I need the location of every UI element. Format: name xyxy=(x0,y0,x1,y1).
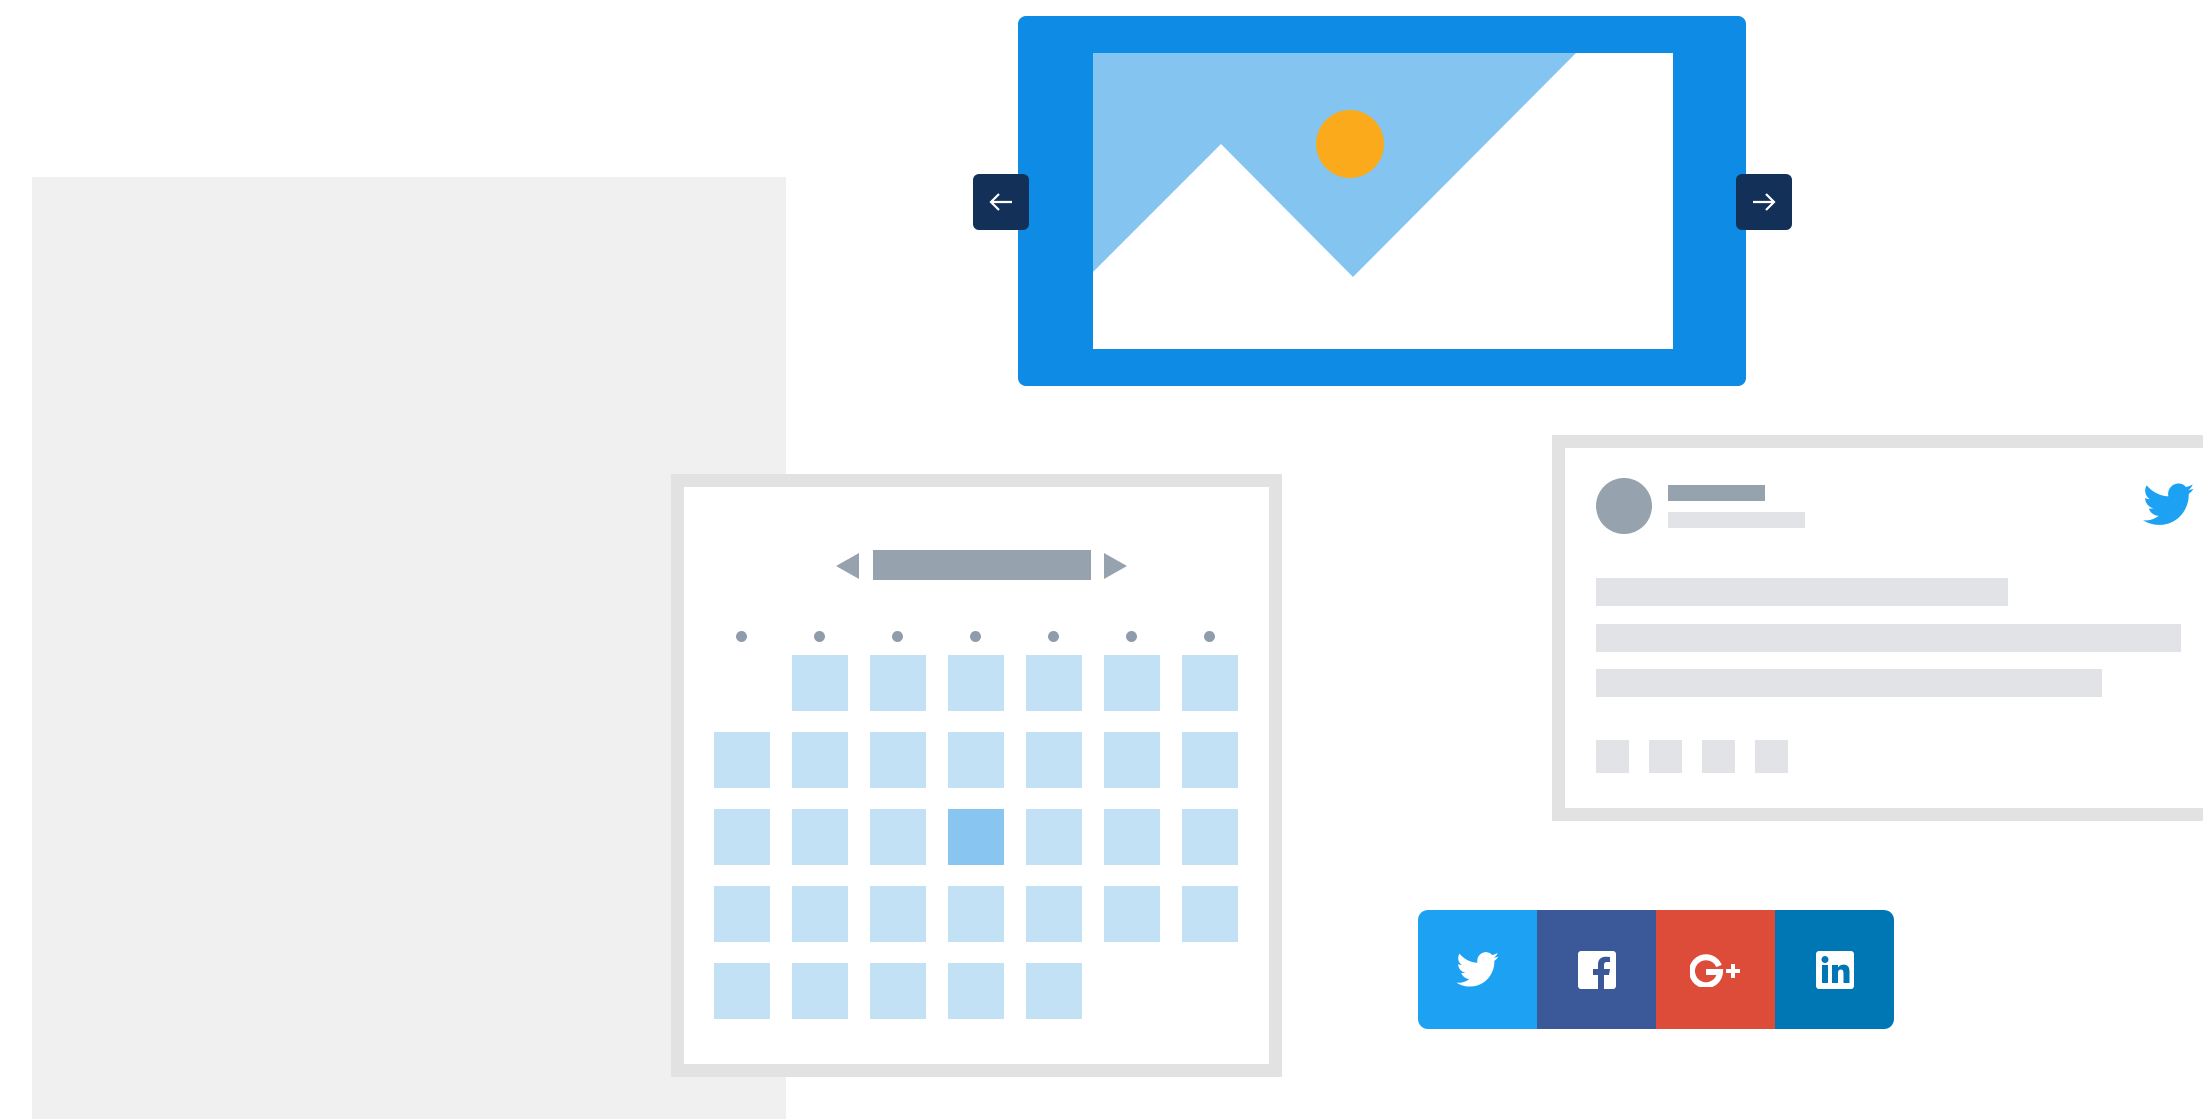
calendar-weekday-marker xyxy=(1126,631,1137,642)
calendar-month-title xyxy=(873,550,1091,580)
tweet-text-line xyxy=(1596,669,2102,697)
calendar-day[interactable] xyxy=(870,963,926,1019)
calendar-day[interactable] xyxy=(792,809,848,865)
twitter-bird-icon xyxy=(2143,483,2195,525)
triangle-right-icon xyxy=(1104,553,1127,579)
calendar-weekday-marker xyxy=(892,631,903,642)
calendar-weekday-marker xyxy=(814,631,825,642)
calendar-day[interactable] xyxy=(1026,732,1082,788)
tweet-author-name xyxy=(1668,485,1765,501)
calendar-weekday-marker xyxy=(970,631,981,642)
facebook-icon xyxy=(1577,950,1616,989)
calendar-day[interactable] xyxy=(792,886,848,942)
tweet-card xyxy=(1552,435,2203,821)
calendar-day[interactable] xyxy=(1104,886,1160,942)
social-share-bar xyxy=(1418,910,1894,1029)
calendar-day[interactable] xyxy=(792,963,848,1019)
tweet-text-line xyxy=(1596,578,2008,606)
calendar-next-month-button[interactable] xyxy=(1104,553,1128,579)
calendar-widget xyxy=(671,474,1282,1077)
calendar-day[interactable] xyxy=(792,655,848,711)
calendar-day[interactable] xyxy=(1104,655,1160,711)
calendar-day[interactable] xyxy=(1182,886,1238,942)
tweet-action-button[interactable] xyxy=(1596,740,1629,773)
twitter-icon xyxy=(1455,951,1499,987)
calendar-day[interactable] xyxy=(714,963,770,1019)
tweet-author-handle xyxy=(1668,512,1805,528)
calendar-day[interactable] xyxy=(948,732,1004,788)
calendar-day[interactable] xyxy=(1104,809,1160,865)
image-placeholder-icon xyxy=(1093,53,1673,349)
calendar-day[interactable] xyxy=(1182,732,1238,788)
google-plus-icon xyxy=(1689,953,1740,987)
calendar-weekday-marker xyxy=(1048,631,1059,642)
calendar-day[interactable] xyxy=(1026,655,1082,711)
calendar-day[interactable] xyxy=(714,809,770,865)
calendar-day[interactable] xyxy=(1026,886,1082,942)
avatar xyxy=(1596,478,1652,534)
share-google-plus-button[interactable] xyxy=(1656,910,1775,1029)
tweet-action-button[interactable] xyxy=(1649,740,1682,773)
calendar-day[interactable] xyxy=(714,732,770,788)
calendar-day[interactable] xyxy=(870,732,926,788)
calendar-day[interactable] xyxy=(1104,732,1160,788)
slider-prev-button[interactable] xyxy=(973,174,1029,230)
tweet-text-line xyxy=(1596,624,2181,652)
share-twitter-button[interactable] xyxy=(1418,910,1537,1029)
calendar-day[interactable] xyxy=(714,886,770,942)
calendar-weekday-marker xyxy=(1204,631,1215,642)
calendar-day[interactable] xyxy=(948,655,1004,711)
calendar-day[interactable] xyxy=(948,963,1004,1019)
triangle-left-icon xyxy=(836,553,859,579)
calendar-day[interactable] xyxy=(870,809,926,865)
calendar-day[interactable] xyxy=(1026,963,1082,1019)
slider-next-button[interactable] xyxy=(1736,174,1792,230)
calendar-day[interactable] xyxy=(1182,809,1238,865)
share-facebook-button[interactable] xyxy=(1537,910,1656,1029)
tweet-action-button[interactable] xyxy=(1755,740,1788,773)
tweet-action-button[interactable] xyxy=(1702,740,1735,773)
calendar-day[interactable] xyxy=(948,886,1004,942)
calendar-day[interactable] xyxy=(870,886,926,942)
arrow-right-icon xyxy=(1753,193,1776,211)
calendar-prev-month-button[interactable] xyxy=(836,553,860,579)
share-linkedin-button[interactable] xyxy=(1775,910,1894,1029)
calendar-day-selected[interactable] xyxy=(948,809,1004,865)
calendar-day[interactable] xyxy=(1182,655,1238,711)
calendar-day[interactable] xyxy=(870,655,926,711)
calendar-day[interactable] xyxy=(792,732,848,788)
calendar-weekday-marker xyxy=(736,631,747,642)
sun-icon xyxy=(1316,110,1384,178)
linkedin-icon xyxy=(1815,950,1854,989)
calendar-day[interactable] xyxy=(1026,809,1082,865)
arrow-left-icon xyxy=(989,193,1012,211)
